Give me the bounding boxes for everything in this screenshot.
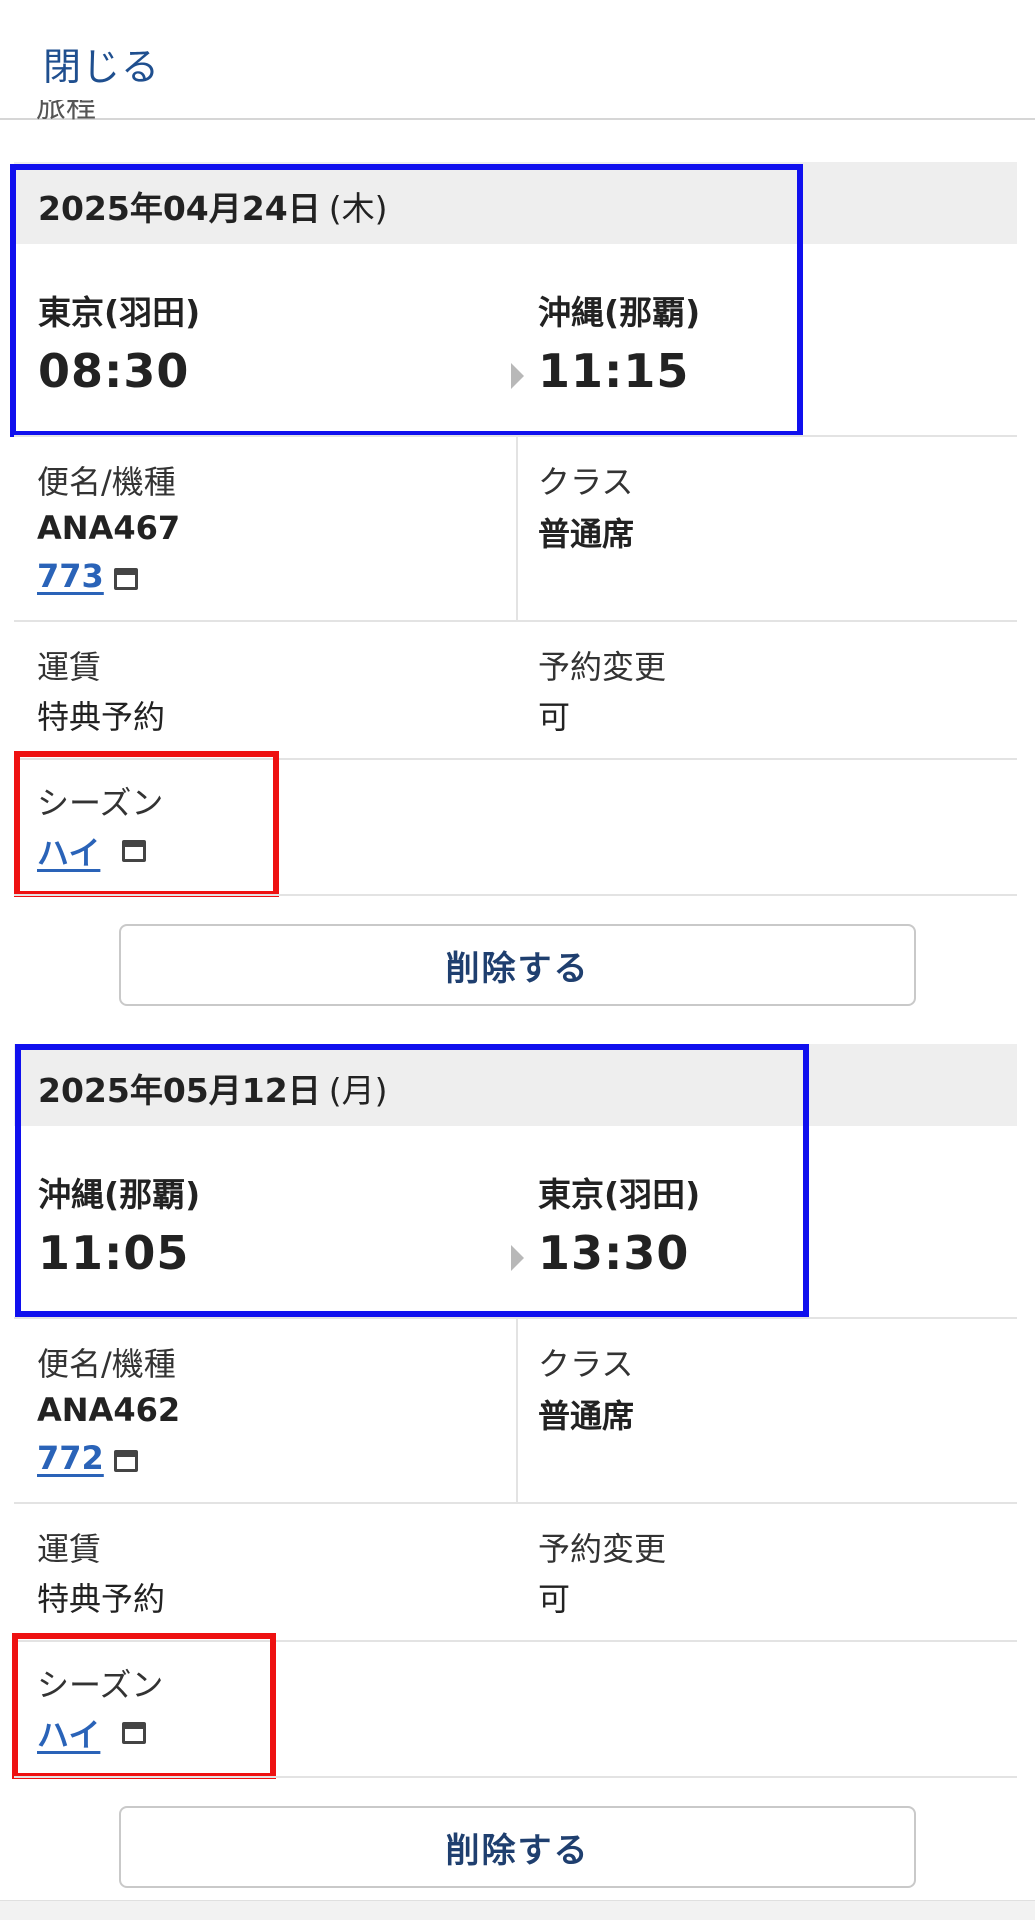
fare-label: 運賃 (37, 648, 102, 686)
delete-button[interactable]: 削除する (119, 924, 916, 1006)
footer-band (0, 1900, 1035, 1920)
aircraft-link[interactable]: 773 (37, 557, 104, 595)
route-arrow-icon (511, 1245, 524, 1271)
fare-label: 運賃 (37, 1530, 102, 1568)
divider (14, 620, 1017, 622)
flight-number: ANA467 (37, 509, 181, 547)
divider (14, 758, 1017, 760)
date-band: 2025年04月24日 (木) (14, 162, 1017, 244)
fare-value: 特典予約 (37, 1580, 166, 1618)
flight-date: 2025年04月24日 (木) (38, 189, 388, 228)
weekday: (月) (328, 1071, 388, 1110)
divider (14, 1776, 1017, 1778)
fare-value: 特典予約 (37, 698, 166, 736)
arrival-time: 11:15 (538, 344, 690, 398)
change-value: 可 (538, 698, 571, 736)
divider (14, 894, 1017, 896)
flight-label: 便名/機種 (37, 1345, 176, 1383)
divider (14, 1502, 1017, 1504)
flight-label: 便名/機種 (37, 463, 176, 501)
close-link[interactable]: 閉じる (43, 36, 160, 91)
departure-city: 沖縄(那覇) (38, 1175, 201, 1214)
flight-segment-2: 2025年05月12日 (月) 沖縄(那覇) 11:05 東京(羽田) 13:30… (0, 1044, 1017, 1894)
divider (14, 1640, 1017, 1642)
season-label: シーズン (37, 1666, 164, 1704)
flight-segment-1: 2025年04月24日 (木) 東京(羽田) 08:30 沖縄(那覇) 11:15… (0, 162, 1017, 1012)
route-row: 沖縄(那覇) 11:05 東京(羽田) 13:30 (14, 1126, 1017, 1316)
header-bar: 閉じる (0, 0, 1035, 120)
new-window-icon (114, 568, 138, 590)
season-link[interactable]: ハイ (37, 1710, 100, 1756)
new-window-icon (122, 840, 146, 862)
arrival-time: 13:30 (538, 1226, 690, 1280)
arrival-city: 沖縄(那覇) (538, 293, 701, 332)
section-title-peek: 旅程 (36, 100, 126, 120)
departure-city: 東京(羽田) (38, 293, 201, 332)
change-label: 予約変更 (538, 1530, 667, 1568)
date-band: 2025年05月12日 (月) (14, 1044, 1017, 1126)
route-arrow-icon (511, 363, 524, 389)
class-value: 普通席 (538, 1397, 635, 1435)
departure-time: 11:05 (38, 1226, 190, 1280)
new-window-icon (114, 1450, 138, 1472)
departure-time: 08:30 (38, 344, 190, 398)
section-title: 旅程 (36, 100, 96, 120)
season-highlight-box (12, 1633, 276, 1779)
weekday: (木) (328, 189, 388, 228)
flight-number: ANA462 (37, 1391, 181, 1429)
change-value: 可 (538, 1580, 571, 1618)
column-divider (516, 1319, 518, 1502)
class-value: 普通席 (538, 515, 635, 553)
change-label: 予約変更 (538, 648, 667, 686)
route-row: 東京(羽田) 08:30 沖縄(那覇) 11:15 (14, 244, 1017, 434)
season-link[interactable]: ハイ (37, 828, 100, 874)
flight-date: 2025年05月12日 (月) (38, 1071, 388, 1110)
season-label: シーズン (37, 784, 164, 822)
class-label: クラス (538, 1345, 634, 1383)
arrival-city: 東京(羽田) (538, 1175, 701, 1214)
new-window-icon (122, 1722, 146, 1744)
delete-button[interactable]: 削除する (119, 1806, 916, 1888)
class-label: クラス (538, 463, 634, 501)
column-divider (516, 437, 518, 620)
aircraft-link[interactable]: 772 (37, 1439, 104, 1477)
season-highlight-box (14, 751, 279, 897)
